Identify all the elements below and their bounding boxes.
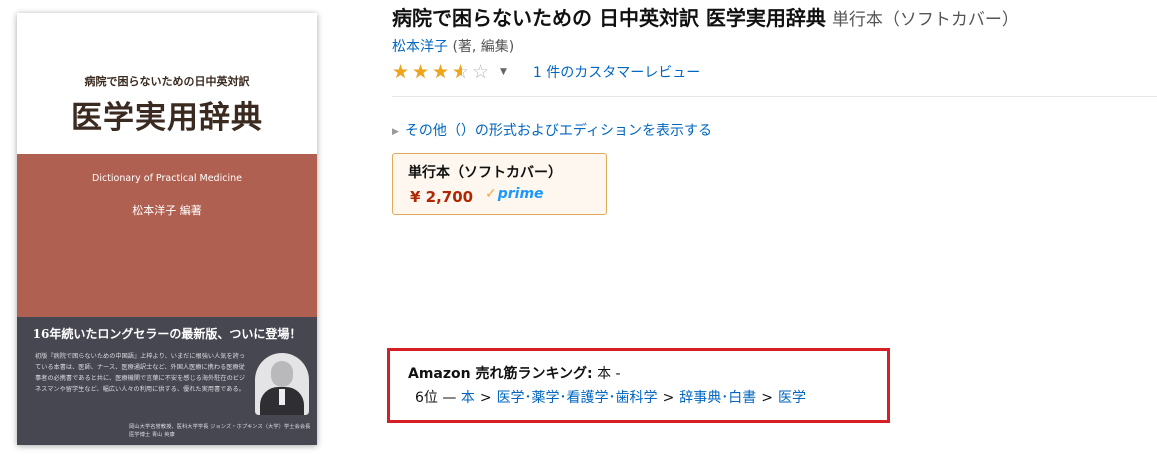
cover-middle-panel: Dictionary of Practical Medicine 松本洋子 編著 xyxy=(17,154,317,317)
author-link[interactable]: 松本洋子 xyxy=(392,39,448,55)
rank-category: 本 - xyxy=(592,366,621,382)
cover-subtitle: 病院で困らないための日中英対訳 xyxy=(84,75,250,88)
rating-row: ☆ ★ ☆ ★ ☆ ★ ☆ ★ ☆ ▼ 1 件のカスタマーレビュー xyxy=(392,62,700,84)
bestseller-rank-box: Amazon 売れ筋ランキング: 本 - 6位 — 本 > 医学･薬学･看護学･歯科… xyxy=(387,348,890,423)
cover-top-panel: 病院で困らないための日中英対訳 医学実用辞典 xyxy=(17,13,317,154)
divider xyxy=(392,96,1157,97)
format-name: 単行本（ソフトカバー） xyxy=(408,165,562,181)
format-price: ¥ 2,700 xyxy=(410,188,474,206)
star-icon: ☆ xyxy=(472,61,490,83)
other-formats-link[interactable]: ▶ その他（）の形式およびエディションを表示する xyxy=(392,120,712,140)
rank-crumb-dictionaries[interactable]: 辞事典･白書 xyxy=(679,390,756,406)
caret-right-icon: ▶ xyxy=(392,127,399,137)
book-cover-image[interactable]: 病院で困らないための日中英対訳 医学実用辞典 Dictionary of Pra… xyxy=(17,13,317,445)
rank-heading: Amazon 売れ筋ランキング: 本 - xyxy=(408,363,621,383)
star-filled-icon: ★ xyxy=(412,62,430,82)
rank-dash: — xyxy=(437,390,461,406)
cover-blurb: 初版『病院で困らないための中国語』上梓より、いまだに根強い人気を誇っている本書は… xyxy=(35,353,246,393)
product-title: 病院で困らないための 日中英対訳 医学実用辞典 単行本（ソフトカバー） xyxy=(392,2,1019,31)
cover-english-title: Dictionary of Practical Medicine xyxy=(92,173,242,184)
prime-check-icon: ✓ xyxy=(485,186,497,202)
star-rating[interactable]: ☆ ★ ☆ ★ ☆ ★ ☆ ★ ☆ xyxy=(392,62,492,82)
cover-author: 松本洋子 編著 xyxy=(132,204,202,217)
rank-crumb-medicine[interactable]: 医学 xyxy=(778,390,806,406)
prime-badge: ✓prime xyxy=(485,186,544,202)
author-role: (著, 編集) xyxy=(448,39,515,55)
prime-label: prime xyxy=(497,186,544,202)
customer-reviews-link[interactable]: 1 件のカスタマーレビュー xyxy=(533,62,700,82)
byline: 松本洋子 (著, 編集) xyxy=(392,36,514,56)
cover-portrait-photo xyxy=(255,353,309,415)
rank-crumb-medicine-pharmacy[interactable]: 医学･薬学･看護学･歯科学 xyxy=(497,390,658,406)
star-filled-icon: ★ xyxy=(432,62,450,82)
star-filled-icon: ★ xyxy=(452,62,462,82)
cover-credit: 岡山大学名誉教授、医科大学学長 ジョンズ・ホプキンス（大学）学士会会長 医学博士… xyxy=(129,424,311,438)
cover-headline: 16年続いたロングセラーの最新版、ついに登場！ xyxy=(32,327,302,341)
caret-down-icon[interactable]: ▼ xyxy=(500,67,507,77)
rank-crumb-books[interactable]: 本 xyxy=(461,390,475,406)
rank-label: Amazon 売れ筋ランキング: xyxy=(408,366,593,382)
star-filled-icon: ★ xyxy=(392,62,410,82)
rank-breadcrumb: 6位 — 本 > 医学･薬学･看護学･歯科学 > 辞事典･白書 > 医学 xyxy=(415,390,807,406)
cover-title: 医学実用辞典 xyxy=(71,100,263,136)
other-formats-label[interactable]: その他（）の形式およびエディションを表示する xyxy=(405,123,712,139)
format-option-softcover[interactable]: 単行本（ソフトカバー） ¥ 2,700 ✓prime xyxy=(392,153,607,215)
rank-position: 6位 xyxy=(415,390,438,406)
product-binding: 単行本（ソフトカバー） xyxy=(831,10,1019,30)
product-title-text: 病院で困らないための 日中英対訳 医学実用辞典 xyxy=(392,6,826,30)
cover-bottom-panel: 16年続いたロングセラーの最新版、ついに登場！ 初版『病院で困らないための中国語… xyxy=(17,317,317,445)
